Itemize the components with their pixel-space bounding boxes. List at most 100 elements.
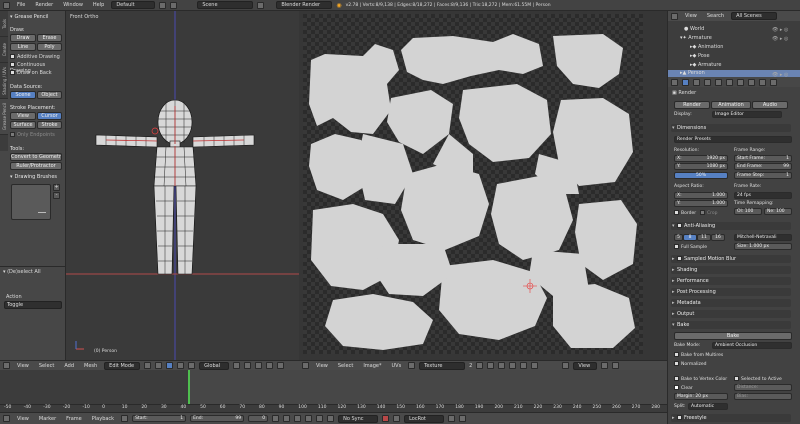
fake-user-icon[interactable] [476,362,484,369]
start-frame-field[interactable]: Start Frame: 1 [734,155,792,162]
draw-channels-icon[interactable] [601,362,609,369]
outliner-item-animation[interactable]: ▸◆ Animation [690,44,723,50]
menu-view[interactable]: View [682,13,700,19]
view-placement-button[interactable]: View [10,112,36,120]
full-sample-checkbox[interactable]: Full Sample [674,244,707,250]
poly-button[interactable]: Poly [37,43,62,51]
image-name-field[interactable]: Texture [419,361,466,370]
next-keyframe-icon[interactable] [316,415,324,422]
bake-mode-selector[interactable]: Ambient Occlusion [712,342,792,349]
outliner-item-armature[interactable]: ▾✦ Armature [680,35,712,41]
aa-samples-8[interactable]: 8 [683,234,697,241]
resolution-x-field[interactable]: X: 1920 px [674,155,728,162]
stroke-placement-button[interactable]: Stroke [37,121,62,129]
clear-checkbox[interactable]: Clear [674,385,693,391]
object-source-button[interactable]: Object [37,91,62,99]
3d-cursor-icon[interactable] [151,127,159,135]
editor-type-icon[interactable] [3,362,10,369]
bake-to-vertex-color-checkbox[interactable]: Bake to Vertex Color [674,376,727,382]
bake-from-multires-checkbox[interactable]: Bake from Multires [674,352,723,358]
mode-selector[interactable]: Edit Mode [104,361,141,370]
margin-field[interactable]: Margin: 20 px [674,393,728,400]
time-new-field[interactable]: Ne: 100 [764,208,792,215]
scene-selector[interactable]: Scene [197,1,254,9]
play-reverse-icon[interactable] [294,415,302,422]
normalized-checkbox[interactable]: Normalized [674,361,707,367]
bake-button[interactable]: Bake [674,332,792,340]
menu-mesh[interactable]: Mesh [81,363,100,369]
edge-select-icon[interactable] [244,362,252,369]
draw-on-back-checkbox[interactable]: Draw on Back [10,70,62,76]
only-endpoints-checkbox[interactable]: Only Endpoints [10,132,62,138]
vertex-select-icon[interactable] [233,362,241,369]
display-selector[interactable]: Image Editor [712,111,782,118]
split-selector[interactable]: Automatic [688,403,728,410]
data-tab-icon[interactable] [748,78,755,86]
shading-panel-header[interactable]: Shading [671,266,791,274]
proportional-edit-icon[interactable] [266,362,274,369]
time-old-field[interactable]: Ol: 100 [734,208,762,215]
add-layout-button[interactable] [159,1,167,9]
texture-tab-icon[interactable] [770,78,777,86]
remove-brush-button[interactable]: - [53,192,60,199]
layout-selector[interactable]: Default [111,1,156,9]
display-mode-selector[interactable]: All Scenes [731,12,778,20]
view-mode-selector[interactable]: View [573,361,598,370]
delete-keyframe-icon[interactable] [459,415,467,422]
brush-list[interactable] [11,184,51,220]
distance-field[interactable]: Distance: [734,384,792,391]
manipulator-icon[interactable] [166,362,174,369]
menu-image[interactable]: Image* [360,363,384,369]
object-tab-icon[interactable] [726,78,733,86]
motion-blur-panel-header[interactable]: Sampled Motion Blur [671,255,791,263]
jump-end-icon[interactable] [327,415,335,422]
aa-size-field[interactable]: Size: 1.000 px [734,243,792,250]
dimensions-panel-header[interactable]: Dimensions [671,124,791,132]
post-processing-panel-header[interactable]: Post Processing [671,288,791,296]
visibility-toggles[interactable]: 👁 ▸ ◎ 👁 ▸ ◎ 👁 ▸ ◎ [772,26,788,80]
uv-islands[interactable] [303,14,643,354]
draw-button[interactable]: Draw [10,34,36,42]
render-tab-icon[interactable] [682,78,689,86]
editor-type-icon[interactable] [3,415,10,422]
erase-button[interactable]: Erase [37,34,62,42]
ruler-protractor-button[interactable]: Ruler/Protractor [10,162,62,170]
grease-pencil-panel-header[interactable]: ▾ Grease Pencil [10,14,62,20]
animation-button[interactable]: Animation [711,101,751,109]
checkbox-icon[interactable] [677,223,682,228]
cursor-placement-button[interactable]: Cursor [37,112,62,120]
uv-sync-icon[interactable] [562,362,570,369]
render-engine-selector[interactable]: Blender Render [276,1,333,9]
record-icon[interactable] [382,415,390,422]
aa-filter-selector[interactable]: Mitchell-Netravali [734,234,792,241]
checkbox-icon[interactable] [677,415,682,420]
3d-viewport[interactable]: Front Ortho (0) Person [66,11,299,360]
editor-type-icon[interactable] [3,1,10,9]
tab-shading-uvs[interactable]: Shading / UVs [0,63,8,99]
face-select-icon[interactable] [255,362,263,369]
menu-view[interactable]: View [14,416,32,422]
aa-samples-5[interactable]: 5 [674,234,683,241]
current-frame-field[interactable]: 0 [248,415,269,422]
shading-icon[interactable] [144,362,152,369]
remove-layout-button[interactable] [170,1,178,9]
menu-search[interactable]: Search [704,13,727,19]
pin-icon[interactable] [498,362,506,369]
render-presets-selector[interactable]: Render Presets [674,136,792,143]
border-checkbox[interactable]: Border [674,210,696,216]
crop-checkbox[interactable]: Crop [700,210,718,216]
tab-create[interactable]: Create [0,37,8,63]
selected-to-active-checkbox[interactable]: Selected to Active [734,376,782,382]
keying-icon[interactable] [393,415,401,422]
bias-field[interactable]: Bias: [734,393,792,400]
playhead[interactable] [188,370,190,404]
fps-selector[interactable]: 24 fps [734,192,792,199]
editor-type-icon[interactable] [671,78,678,86]
translate-icon[interactable] [177,362,185,369]
preview-range-icon[interactable] [121,415,129,422]
add-brush-button[interactable]: + [53,184,60,191]
performance-panel-header[interactable]: Performance [671,277,791,285]
menu-marker[interactable]: Marker [36,416,59,422]
metadata-panel-header[interactable]: Metadata [671,299,791,307]
menu-help[interactable]: Help [90,2,107,8]
